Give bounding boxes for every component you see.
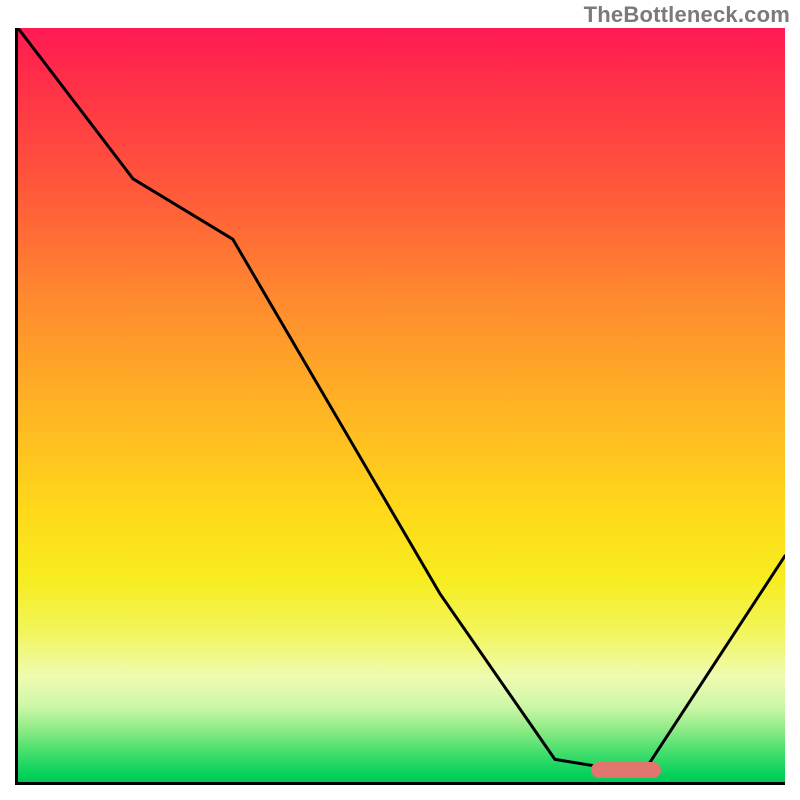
chart-container: TheBottleneck.com <box>0 0 800 800</box>
gradient-background <box>18 28 785 782</box>
watermark-text: TheBottleneck.com <box>584 2 790 28</box>
optimal-marker <box>591 762 661 778</box>
plot-area <box>15 28 785 785</box>
